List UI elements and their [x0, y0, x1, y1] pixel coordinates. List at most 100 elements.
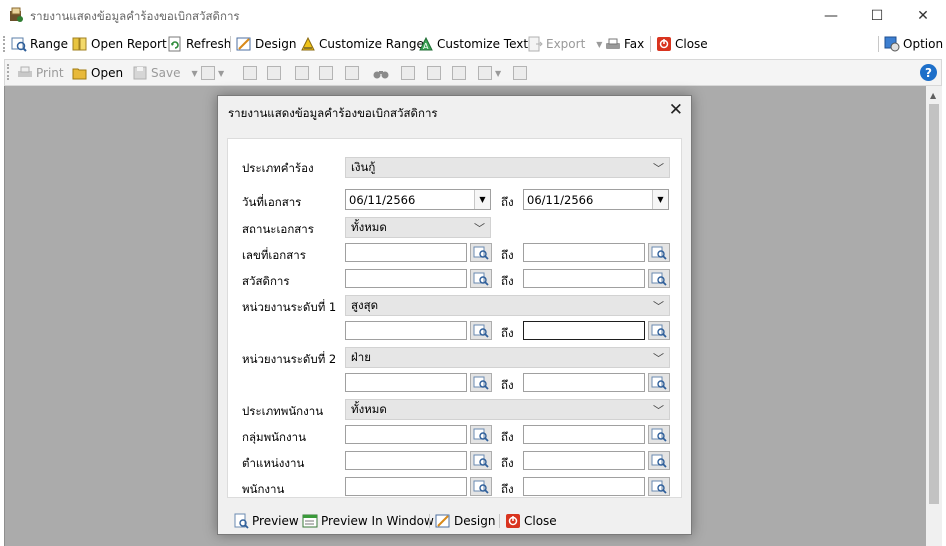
customize-range-icon	[301, 36, 315, 51]
date-dropdown-icon[interactable]: ▼	[474, 190, 490, 209]
employee-from-lookup-button[interactable]	[470, 477, 492, 496]
preview-in-window-label: Preview In Window	[321, 514, 434, 528]
home-icon[interactable]: ▼	[201, 64, 224, 82]
doc-date-to-value: 06/11/2566	[527, 192, 594, 207]
two-pages-icon[interactable]	[452, 64, 466, 82]
unit-level1-label: หน่วยงานระดับที่ 1	[242, 300, 337, 314]
customize-text-icon: A	[419, 36, 433, 51]
emp-group-from-input[interactable]	[345, 425, 467, 444]
welfare-to-lookup-button[interactable]	[648, 269, 670, 288]
close-report-button[interactable]: Close	[656, 34, 708, 54]
doc-date-to-picker[interactable]: 06/11/2566 ▼	[523, 189, 669, 210]
emp-group-label: กลุ่มพนักงาน	[242, 430, 306, 444]
preview-in-window-button[interactable]: Preview In Window	[302, 512, 434, 530]
page-width-icon[interactable]	[427, 64, 441, 82]
unit-level2-combo[interactable]: ฝ่าย ﹀	[345, 347, 670, 368]
edit-icon[interactable]	[243, 64, 257, 82]
dialog-close-button[interactable]: ✕	[669, 100, 683, 120]
vertical-scrollbar[interactable]: ▲	[926, 86, 942, 546]
doc-no-label: เลขที่เอกสาร	[242, 248, 306, 262]
position-from-lookup-button[interactable]	[470, 451, 492, 470]
dialog-design-label: Design	[454, 514, 496, 528]
doc-status-label: สถานะเอกสาร	[242, 222, 314, 236]
design-icon	[236, 37, 251, 51]
save-dropdown-icon[interactable]: ▼	[191, 69, 197, 78]
welfare-from-input[interactable]	[345, 269, 467, 288]
page-icon[interactable]	[295, 64, 309, 82]
page-table-icon[interactable]	[345, 64, 359, 82]
emp-group-to-lookup-button[interactable]	[648, 425, 670, 444]
preview-button[interactable]: Preview	[233, 512, 299, 530]
welfare-to-input[interactable]	[523, 269, 645, 288]
design-button[interactable]: Design	[236, 34, 296, 54]
lookup-icon	[473, 428, 489, 442]
export-dropdown-icon[interactable]: ▼	[596, 40, 602, 49]
full-screen-icon[interactable]	[513, 64, 527, 82]
toolbar-separator	[429, 514, 430, 528]
export-button[interactable]: Export ▼	[527, 34, 602, 54]
position-to-input[interactable]	[523, 451, 645, 470]
doc-no-to-input[interactable]	[523, 243, 645, 262]
chevron-down-icon: ﹀	[653, 404, 664, 417]
unit-level2-from-input[interactable]	[345, 373, 467, 392]
save-button[interactable]: Save ▼	[132, 64, 198, 82]
customize-text-button[interactable]: A Customize Text	[418, 34, 528, 54]
toolbar-grip[interactable]	[3, 36, 6, 52]
date-dropdown-icon[interactable]: ▼	[652, 190, 668, 209]
unit-level2-to-input[interactable]	[523, 373, 645, 392]
option-button[interactable]: Option	[884, 34, 943, 54]
doc-no-to-lookup-button[interactable]	[648, 243, 670, 262]
position-label: ตำแหน่งงาน	[242, 456, 305, 470]
single-page-icon[interactable]	[401, 64, 415, 82]
toolbar-grip[interactable]	[7, 64, 10, 80]
request-type-combo[interactable]: เงินกู้ ﹀	[345, 157, 670, 178]
welfare-from-lookup-button[interactable]	[470, 269, 492, 288]
position-from-input[interactable]	[345, 451, 467, 470]
help-button[interactable]: ?	[920, 64, 937, 81]
doc-no-from-lookup-button[interactable]	[470, 243, 492, 262]
employee-to-input[interactable]	[523, 477, 645, 496]
window-close-button[interactable]: ✕	[900, 0, 946, 31]
open-report-button[interactable]: Open Report	[72, 34, 167, 54]
binoculars-icon[interactable]	[373, 64, 389, 82]
scrollbar-thumb[interactable]	[929, 104, 939, 504]
emp-group-to-input[interactable]	[523, 425, 645, 444]
range-button[interactable]: Range	[11, 34, 68, 54]
unit-level1-from-input[interactable]	[345, 321, 467, 340]
customize-range-button[interactable]: Customize Range	[300, 34, 424, 54]
preview-icon	[234, 513, 249, 529]
range-label: Range	[30, 37, 69, 51]
emp-group-from-lookup-button[interactable]	[470, 425, 492, 444]
employee-from-input[interactable]	[345, 477, 467, 496]
lookup-icon	[651, 376, 667, 390]
option-icon	[884, 36, 900, 52]
page-setup-icon[interactable]	[319, 64, 333, 82]
dialog-close-footer-button[interactable]: Close	[505, 512, 557, 530]
unit-level1-from-lookup-button[interactable]	[470, 321, 492, 340]
title-bar: รายงานแสดงข้อมูลคำร้องขอเบิกสวัสดิการ — …	[0, 0, 946, 31]
dialog-design-button[interactable]: Design	[435, 512, 495, 530]
position-to-lookup-button[interactable]	[648, 451, 670, 470]
copy-icon[interactable]	[267, 64, 281, 82]
minimize-button[interactable]: —	[808, 0, 854, 31]
unit-level1-to-lookup-button[interactable]	[648, 321, 670, 340]
doc-no-from-input[interactable]	[345, 243, 467, 262]
unit-level1-to-input[interactable]	[523, 321, 645, 340]
multiple-pages-icon[interactable]: ▼	[478, 64, 501, 82]
unit-level1-combo[interactable]: สูงสุด ﹀	[345, 295, 670, 316]
emp-type-combo[interactable]: ทั้งหมด ﹀	[345, 399, 670, 420]
to-label: ถึง	[501, 274, 514, 288]
doc-status-combo[interactable]: ทั้งหมด ﹀	[345, 217, 491, 238]
scroll-up-icon[interactable]: ▲	[930, 91, 936, 100]
employee-to-lookup-button[interactable]	[648, 477, 670, 496]
print-button[interactable]: Print	[17, 64, 64, 82]
chevron-down-icon: ﹀	[653, 162, 664, 175]
fax-button[interactable]: Fax	[605, 34, 644, 54]
open-button[interactable]: Open	[72, 64, 123, 82]
lookup-icon	[473, 272, 489, 286]
unit-level2-from-lookup-button[interactable]	[470, 373, 492, 392]
maximize-button[interactable]: ☐	[854, 0, 900, 31]
unit-level2-to-lookup-button[interactable]	[648, 373, 670, 392]
refresh-button[interactable]: Refresh	[167, 34, 231, 54]
doc-date-from-picker[interactable]: 06/11/2566 ▼	[345, 189, 491, 210]
